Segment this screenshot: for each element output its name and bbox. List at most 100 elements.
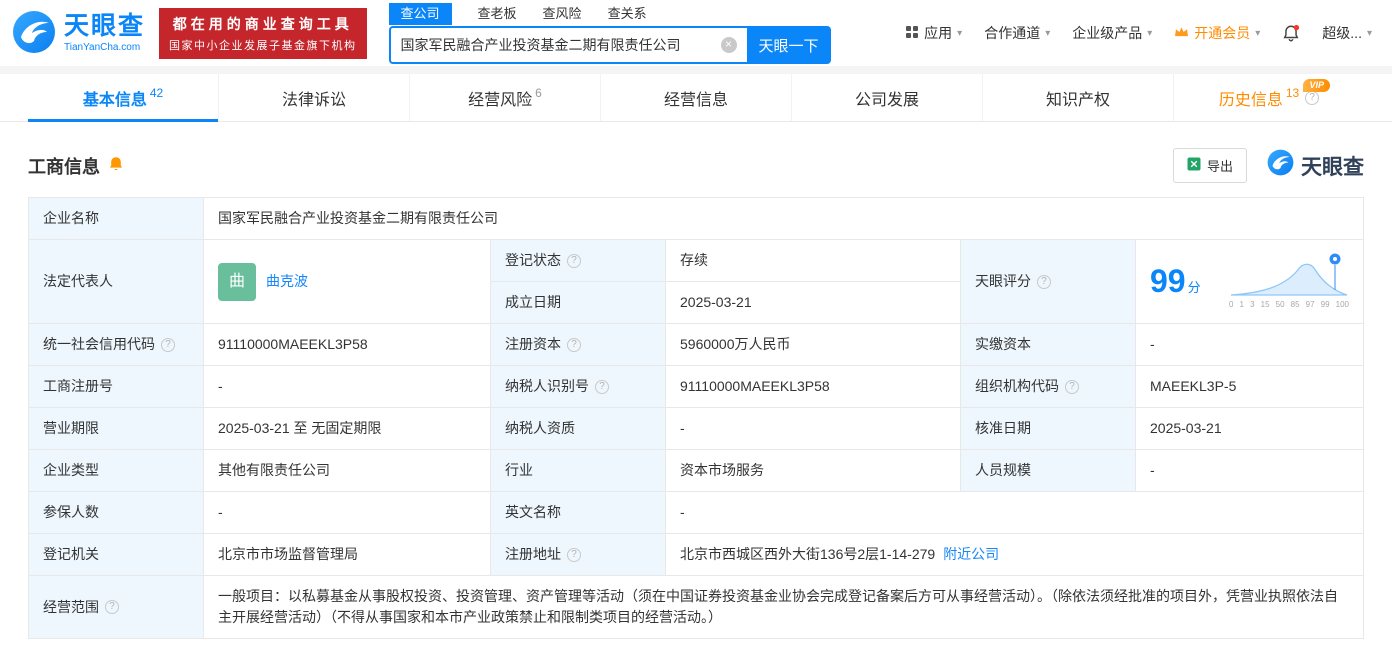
score-axis-ticks: 0 1 3 15 50 85 97 99 100 <box>1229 300 1349 309</box>
tab-basic-info-label: 基本信息 <box>82 91 147 109</box>
industry-value: 资本市场服务 <box>665 449 961 492</box>
field-label-company-type: 企业类型 <box>28 449 204 492</box>
promo-badge: 都在用的商业查询工具 国家中小企业发展子基金旗下机构 <box>159 7 367 59</box>
approval-date-value: 2025-03-21 <box>1135 407 1364 450</box>
help-icon[interactable]: ? <box>567 337 581 352</box>
tab-business-info-label: 经营信息 <box>663 91 728 109</box>
nav-upgrade-vip-label: 开通会员 <box>1194 25 1251 41</box>
help-icon[interactable]: ? <box>1037 274 1051 289</box>
search-button[interactable]: 天眼一下 <box>746 26 831 64</box>
score-number: 99 <box>1150 263 1186 299</box>
tianyancha-logo[interactable]: 天眼查 TianYanCha.com <box>12 10 145 57</box>
tab-history-info-count: 13 <box>1285 85 1300 100</box>
notification-bell-icon[interactable] <box>1282 24 1300 42</box>
table-row: 经营范围? 一般项目：以私募基金从事股权投资、投资管理、资产管理等活动（须在中国… <box>28 575 1364 639</box>
search-tab-relation[interactable]: 查关系 <box>608 3 647 25</box>
field-label-reg-number: 工商注册号 <box>28 365 204 408</box>
label-text: 纳税人资质 <box>505 420 575 436</box>
chevron-down-icon: ▾ <box>1366 27 1372 39</box>
help-icon[interactable]: ? <box>595 379 609 394</box>
nearby-companies-link[interactable]: 附近公司 <box>943 546 999 562</box>
legal-rep-avatar[interactable]: 曲 <box>218 262 256 301</box>
nav-partner-channel-label: 合作通道 <box>984 25 1041 41</box>
field-label-paid-capital: 实缴资本 <box>960 323 1136 366</box>
taxpayer-id-value: 91110000MAEEKL3P58 <box>665 365 961 408</box>
label-text: 人员规模 <box>975 462 1031 478</box>
user-menu[interactable]: 超级... ▾ <box>1322 23 1372 43</box>
table-row: 工商注册号 - 纳税人识别号? 91110000MAEEKL3P58 组织机构代… <box>28 365 1364 408</box>
business-info-table: 企业名称 国家军民融合产业投资基金二期有限责任公司 法定代表人 曲 曲克波 登记… <box>28 197 1364 639</box>
tab-company-development[interactable]: 公司发展 <box>791 74 982 121</box>
label-text: 法定代表人 <box>43 273 113 289</box>
field-label-est-date: 成立日期 <box>490 281 666 324</box>
reg-authority-value: 北京市市场监督管理局 <box>203 533 491 576</box>
label-text: 天眼评分 <box>975 273 1031 289</box>
label-text: 行业 <box>505 462 533 478</box>
chevron-down-icon: ▾ <box>957 27 963 39</box>
brand-watermark: 天眼查 <box>1267 149 1364 182</box>
search-tab-risk[interactable]: 查风险 <box>543 3 582 25</box>
tab-operational-risk[interactable]: 经营风险 6 <box>409 74 600 121</box>
header-divider-band <box>0 66 1392 74</box>
help-icon[interactable]: ? <box>105 600 119 614</box>
field-label-approval-date: 核准日期 <box>960 407 1136 450</box>
search-tab-company[interactable]: 查公司 <box>388 3 452 25</box>
tab-business-info[interactable]: 经营信息 <box>600 74 791 121</box>
label-text: 纳税人识别号 <box>505 378 589 394</box>
tab-history-info-label: 历史信息 <box>1218 91 1283 109</box>
nav-enterprise-products[interactable]: 企业级产品 ▾ <box>1072 23 1152 43</box>
field-label-reg-capital: 注册资本? <box>490 323 666 366</box>
tab-basic-info[interactable]: 基本信息 42 <box>28 74 218 122</box>
search-input[interactable] <box>388 26 747 64</box>
help-icon[interactable]: ? <box>567 547 581 562</box>
export-button[interactable]: 导出 <box>1172 148 1247 183</box>
user-menu-label: 超级... <box>1322 25 1362 41</box>
monitor-bell-icon[interactable] <box>108 156 124 176</box>
field-label-score: 天眼评分? <box>960 239 1136 324</box>
label-text: 参保人数 <box>43 504 99 520</box>
reg-address-value: 北京市西城区西外大街136号2层1-14-279 <box>680 546 936 562</box>
search-tab-boss[interactable]: 查老板 <box>478 3 517 25</box>
insured-count-value: - <box>203 491 491 534</box>
tab-history-info[interactable]: VIP 历史信息 13 ? <box>1173 74 1364 121</box>
apps-grid-icon <box>905 25 919 42</box>
help-icon[interactable]: ? <box>567 253 581 268</box>
score-unit: 分 <box>1187 280 1201 295</box>
logo-title: 天眼查 <box>64 12 146 41</box>
reg-number-value: - <box>203 365 491 408</box>
tab-legal-proceedings[interactable]: 法律诉讼 <box>218 74 409 121</box>
nav-apps[interactable]: 应用 ▾ <box>905 23 962 43</box>
help-icon[interactable]: ? <box>1065 379 1079 394</box>
nav-upgrade-vip[interactable]: 开通会员 ▾ <box>1174 23 1260 43</box>
field-label-english-name: 英文名称 <box>490 491 666 534</box>
crown-icon <box>1174 25 1189 41</box>
table-row: 法定代表人 曲 曲克波 登记状态? 存续 天眼评分? 99 分 0 1 3 15… <box>28 239 1364 324</box>
section-title: 工商信息 <box>28 156 100 177</box>
business-scope-value: 一般项目：以私募基金从事股权投资、投资管理、资产管理等活动（须在中国证券投资基金… <box>203 575 1364 639</box>
section-head: 工商信息 导出 天眼查 <box>28 148 1364 183</box>
field-label-business-term: 营业期限 <box>28 407 204 450</box>
score-value-cell: 99 分 0 1 3 15 50 85 97 99 100 <box>1135 239 1364 324</box>
est-date-value: 2025-03-21 <box>665 281 961 324</box>
reg-capital-value: 5960000万人民币 <box>665 323 961 366</box>
chevron-down-icon: ▾ <box>1147 27 1153 39</box>
legal-rep-link[interactable]: 曲克波 <box>266 271 308 292</box>
tab-operational-risk-label: 经营风险 <box>468 91 533 109</box>
field-label-company-name: 企业名称 <box>28 197 204 240</box>
tab-intellectual-property[interactable]: 知识产权 <box>982 74 1173 121</box>
english-name-value: - <box>665 491 1364 534</box>
help-icon[interactable]: ? <box>161 337 175 352</box>
logo-subtitle: TianYanCha.com <box>64 41 141 53</box>
help-icon[interactable]: ? <box>1305 90 1320 105</box>
reg-status-value: 存续 <box>665 239 961 282</box>
chevron-down-icon: ▾ <box>1045 27 1051 39</box>
table-row: 企业名称 国家军民融合产业投资基金二期有限责任公司 <box>28 197 1364 240</box>
nav-partner-channel[interactable]: 合作通道 ▾ <box>984 23 1050 43</box>
label-text: 英文名称 <box>505 504 561 520</box>
score-curve <box>1230 253 1348 296</box>
vip-badge: VIP <box>1303 79 1330 92</box>
label-text: 注册地址 <box>505 546 561 562</box>
clear-icon[interactable]: × <box>720 37 737 53</box>
table-row: 参保人数 - 英文名称 - <box>28 491 1364 534</box>
tab-intellectual-property-label: 知识产权 <box>1045 91 1110 109</box>
